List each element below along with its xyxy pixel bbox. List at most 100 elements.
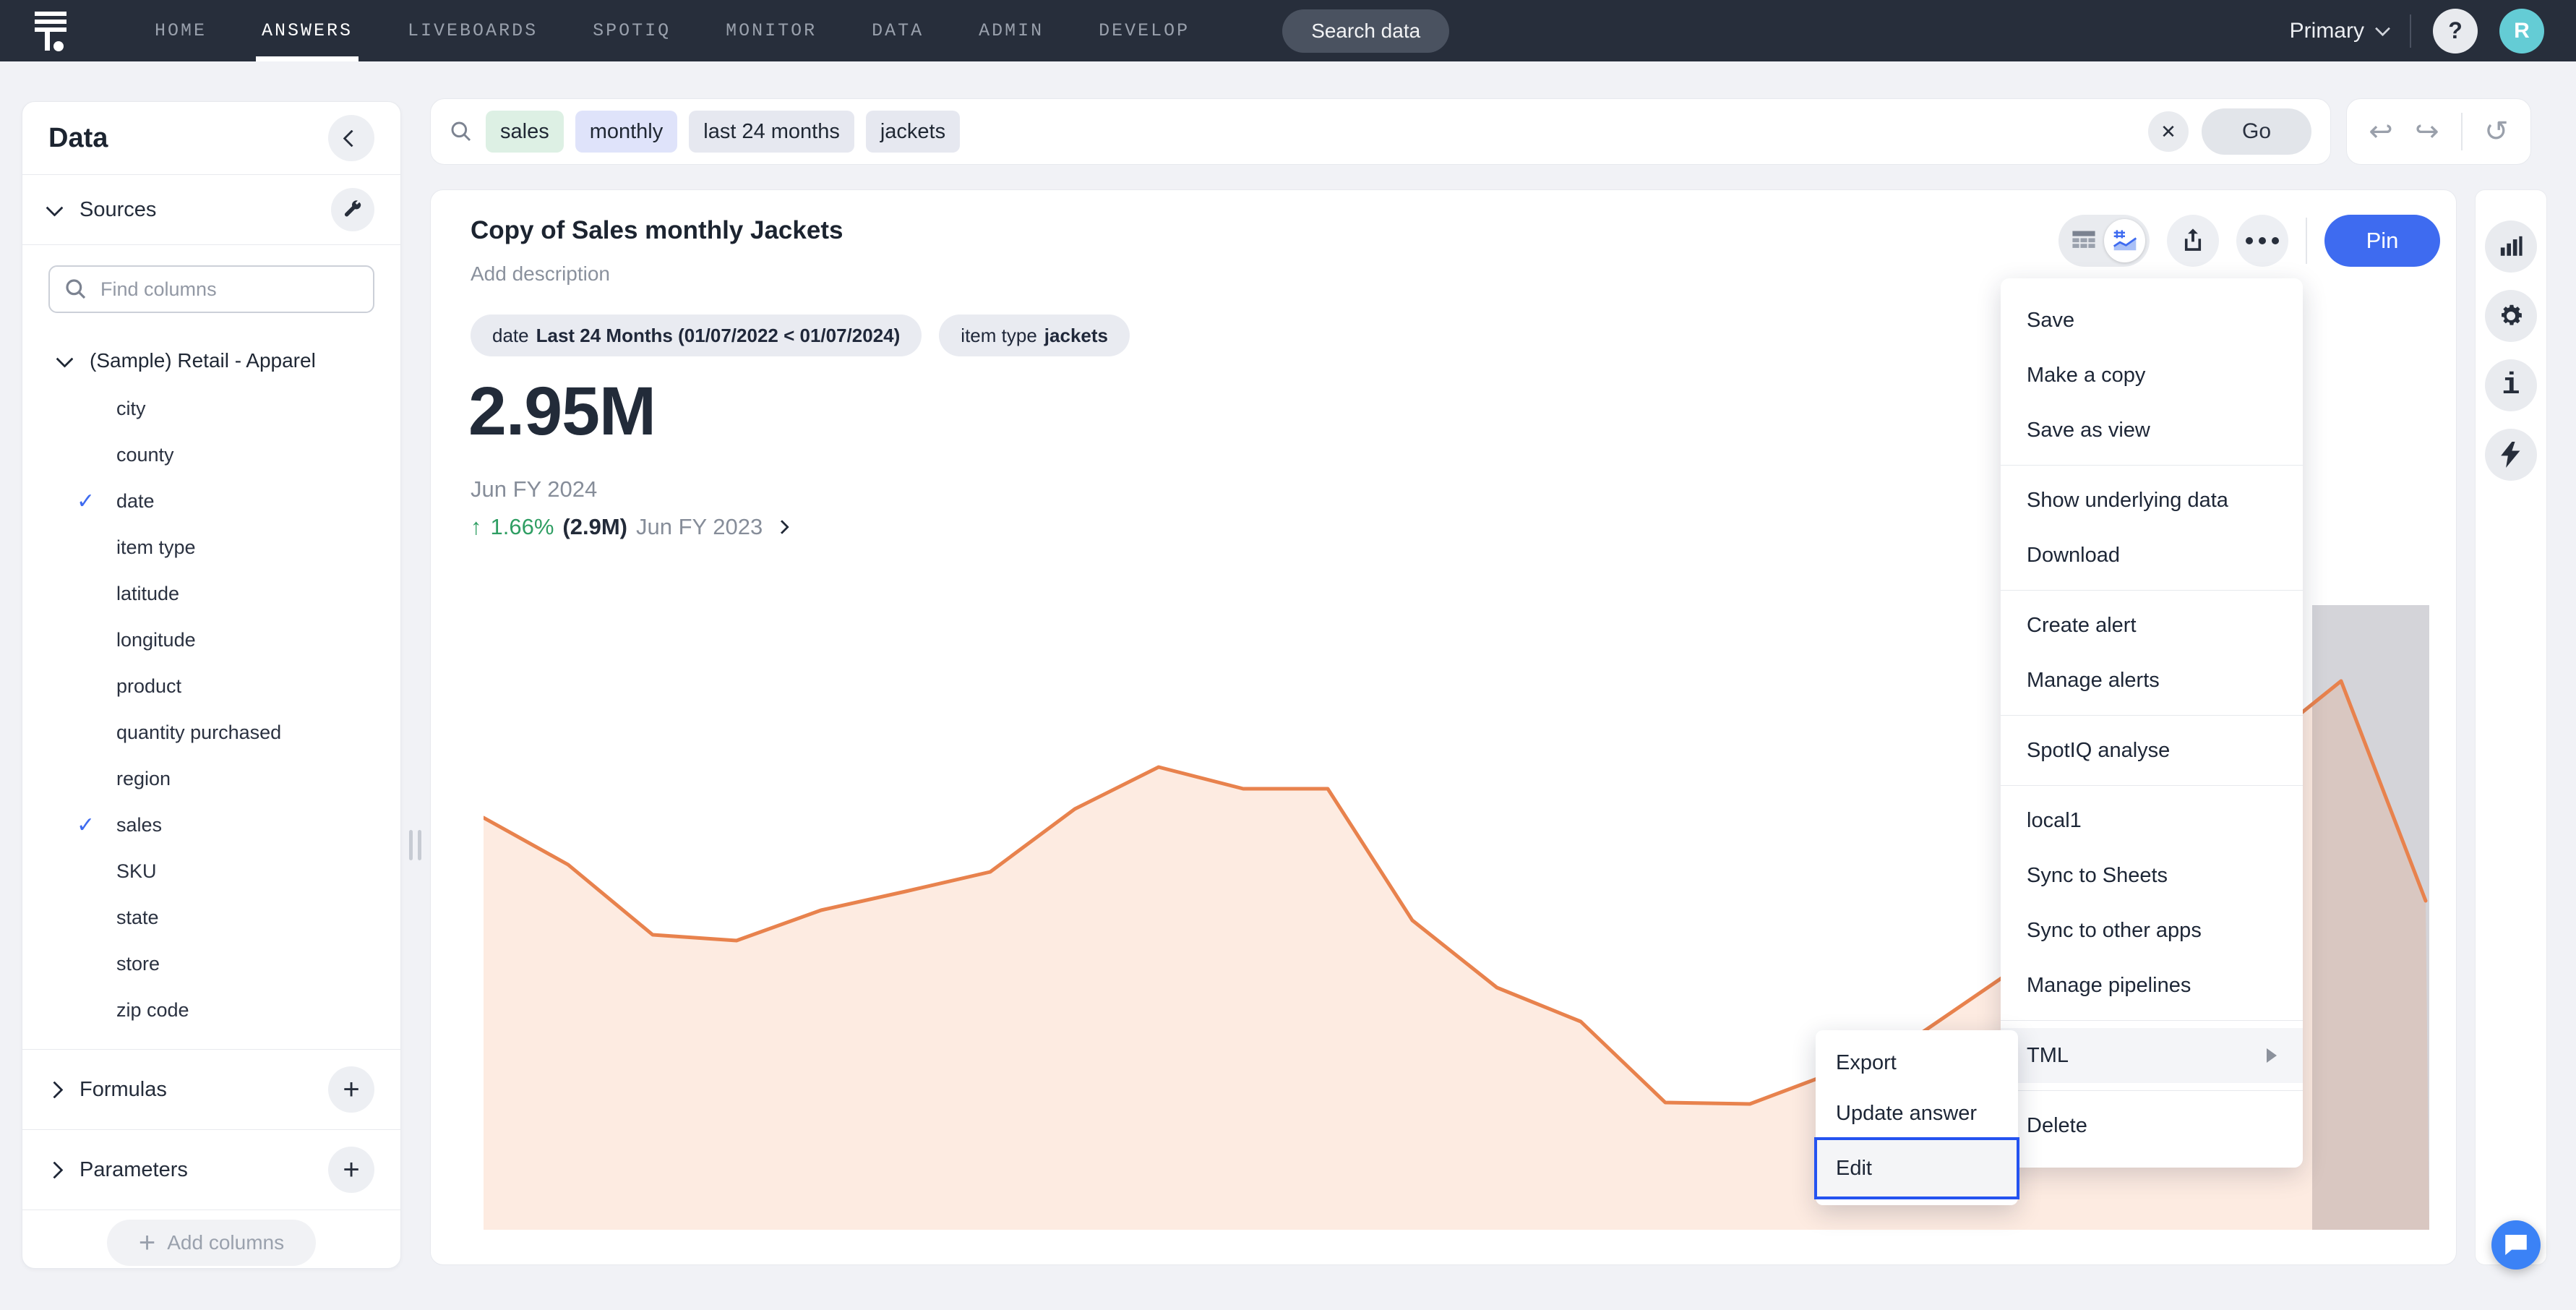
nav-item-monitor[interactable]: MONITOR (726, 0, 817, 61)
search-token[interactable]: sales (486, 111, 564, 153)
search-bar[interactable]: sales monthly last 24 months jackets ✕ Go (430, 98, 2331, 165)
submenu-item-edit[interactable]: Edit (1816, 1139, 2018, 1198)
search-token[interactable]: last 24 months (689, 111, 854, 153)
thoughtspot-logo[interactable] (32, 10, 69, 52)
menu-item-show-underlying-data[interactable]: Show underlying data (2001, 473, 2303, 528)
nav-item-develop[interactable]: DEVELOP (1099, 0, 1190, 61)
nav-item-liveboards[interactable]: LIVEBOARDS (408, 0, 538, 61)
wrench-icon (342, 199, 364, 221)
more-menu-button[interactable] (2236, 215, 2288, 267)
chevron-right-icon (775, 520, 789, 534)
column-item[interactable]: region (22, 755, 400, 802)
column-item[interactable]: product (22, 663, 400, 709)
column-label: state (116, 907, 159, 929)
table-node[interactable]: (Sample) Retail - Apparel (59, 349, 374, 372)
org-switcher[interactable]: Primary (2290, 19, 2388, 43)
table-icon (2071, 230, 2096, 252)
menu-item-label: Delete (2027, 1114, 2087, 1138)
add-description[interactable]: Add description (471, 262, 610, 286)
column-item[interactable]: city (22, 385, 400, 432)
column-item[interactable]: county (22, 432, 400, 478)
add-columns-button[interactable]: + Add columns (107, 1220, 316, 1266)
top-nav: HOME ANSWERS LIVEBOARDS SPOTIQ MONITOR DATA AD… (0, 0, 2576, 61)
menu-item-delete[interactable]: Delete (2001, 1098, 2303, 1153)
clear-search-button[interactable]: ✕ (2148, 111, 2189, 152)
nav-item-data[interactable]: DATA (872, 0, 924, 61)
menu-item-save[interactable]: Save (2001, 293, 2303, 348)
submenu-item-update-answer[interactable]: Update answer (1816, 1088, 2018, 1139)
chart-config-button[interactable] (2485, 221, 2537, 273)
menu-item-create-alert[interactable]: Create alert (2001, 598, 2303, 653)
filter-name: date (492, 325, 529, 347)
column-item[interactable]: longitude (22, 617, 400, 663)
manage-sources-button[interactable] (331, 188, 374, 231)
panel-footer: + Add columns (22, 1210, 400, 1275)
kpi-change-row[interactable]: ↑ 1.66% (2.9M) Jun FY 2023 (471, 514, 787, 540)
chevron-right-icon (46, 1081, 63, 1098)
filter-chip[interactable]: item typejackets (939, 314, 1130, 356)
chart-view-button[interactable] (2104, 219, 2145, 262)
check-icon: ✓ (77, 489, 116, 514)
column-item[interactable]: SKU (22, 848, 400, 894)
help-button[interactable]: ? (2433, 9, 2478, 53)
nav-item-spotiq[interactable]: SPOTIQ (593, 0, 671, 61)
formulas-section[interactable]: Formulas + (22, 1049, 400, 1129)
column-item[interactable]: state (22, 894, 400, 941)
panel-resize-handle[interactable] (409, 830, 421, 860)
column-item[interactable]: item type (22, 524, 400, 570)
table-view-button[interactable] (2063, 219, 2104, 262)
menu-item-sync-to-sheets[interactable]: Sync to Sheets (2001, 848, 2303, 903)
menu-item-sync-to-other-apps[interactable]: Sync to other apps (2001, 903, 2303, 958)
check-icon: ✓ (77, 813, 116, 838)
go-button[interactable]: Go (2202, 108, 2311, 155)
menu-item-local1[interactable]: local1 (2001, 793, 2303, 848)
chevron-left-icon (343, 129, 360, 147)
avatar[interactable]: R (2499, 9, 2544, 53)
column-item[interactable]: zip code (22, 987, 400, 1033)
nav-item-home[interactable]: HOME (155, 0, 207, 61)
menu-item-save-as-view[interactable]: Save as view (2001, 403, 2303, 458)
spotiq-insights-button[interactable] (2485, 429, 2537, 481)
change-percent: 1.66% (491, 514, 554, 540)
add-formula-button[interactable]: + (328, 1066, 374, 1113)
add-parameter-button[interactable]: + (328, 1147, 374, 1193)
menu-item-tml[interactable]: TML (2001, 1028, 2303, 1083)
nav-item-admin[interactable]: ADMIN (979, 0, 1044, 61)
column-item[interactable]: latitude (22, 570, 400, 617)
data-panel: Data Sources (Sample) Retail - Apparel c… (22, 101, 401, 1269)
column-item[interactable]: ✓sales (22, 802, 400, 848)
search-token[interactable]: jackets (866, 111, 960, 153)
filter-value: Last 24 Months (01/07/2022 < 01/07/2024) (536, 325, 901, 347)
menu-item-manage-pipelines[interactable]: Manage pipelines (2001, 958, 2303, 1013)
refresh-icon[interactable]: ↺ (2484, 115, 2509, 148)
chat-bubble-button[interactable] (2491, 1220, 2541, 1270)
kpi-period: Jun FY 2024 (471, 476, 597, 502)
settings-button[interactable] (2485, 290, 2537, 342)
find-columns-input[interactable] (99, 278, 359, 301)
nav-item-answers[interactable]: ANSWERS (262, 0, 353, 61)
sources-row[interactable]: Sources (22, 175, 400, 245)
column-item[interactable]: store (22, 941, 400, 987)
submenu-item-export[interactable]: Export (1816, 1037, 2018, 1088)
search-token[interactable]: monthly (575, 111, 678, 153)
collapse-panel-button[interactable] (328, 115, 374, 161)
filter-chip[interactable]: date Last 24 Months (01/07/2022 < 01/07/2… (471, 314, 922, 356)
menu-item-download[interactable]: Download (2001, 528, 2303, 583)
share-button[interactable] (2167, 215, 2219, 267)
redo-icon[interactable]: ↪ (2415, 115, 2439, 148)
parameters-section[interactable]: Parameters + (22, 1129, 400, 1210)
menu-item-make-a-copy[interactable]: Make a copy (2001, 348, 2303, 403)
pin-button[interactable]: Pin (2324, 215, 2440, 267)
details-button[interactable]: i (2485, 359, 2537, 411)
column-item[interactable]: quantity purchased (22, 709, 400, 755)
answer-title[interactable]: Copy of Sales monthly Jackets (471, 216, 843, 245)
search-tokens[interactable]: sales monthly last 24 months jackets (486, 111, 2135, 153)
compare-period: Jun FY 2023 (636, 514, 763, 540)
column-item[interactable]: ✓date (22, 478, 400, 524)
menu-item-manage-alerts[interactable]: Manage alerts (2001, 653, 2303, 708)
share-icon (2181, 228, 2205, 254)
search-data-button[interactable]: Search data (1282, 9, 1449, 53)
table-chart-toggle[interactable] (2058, 215, 2150, 267)
menu-item-spotiq-analyse[interactable]: SpotIQ analyse (2001, 723, 2303, 778)
undo-icon[interactable]: ↩ (2369, 115, 2393, 148)
